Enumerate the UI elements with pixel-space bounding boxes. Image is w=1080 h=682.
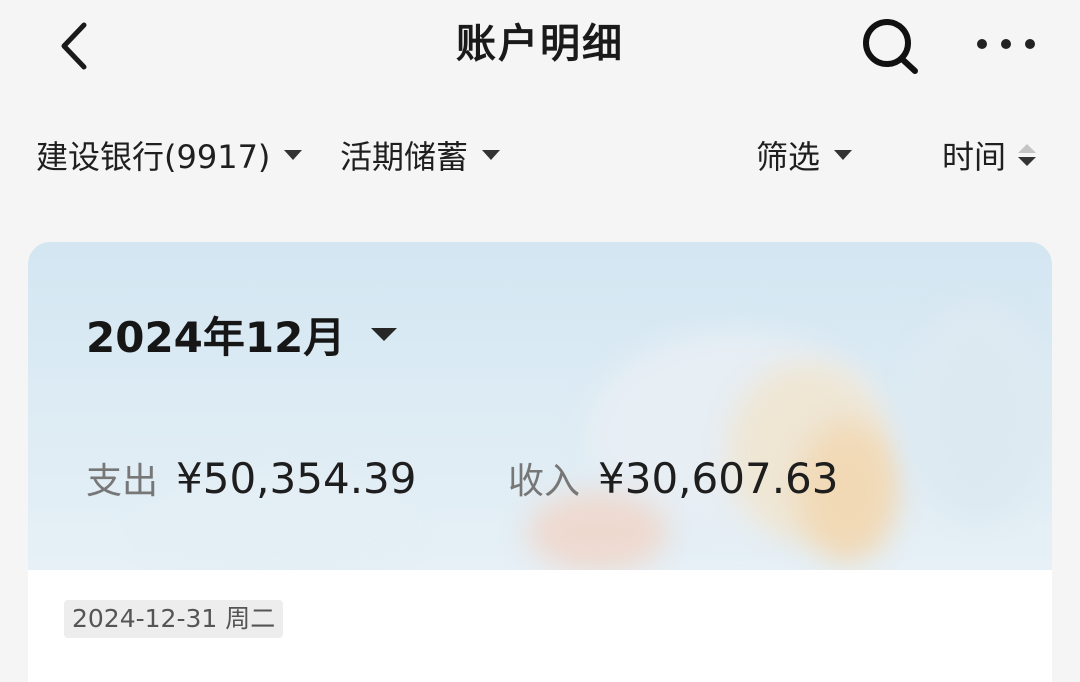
expense-summary: 支出 ¥50,354.39 <box>86 448 417 508</box>
search-button[interactable] <box>856 14 924 78</box>
account-selector-label: 建设银行(9917) <box>36 138 271 176</box>
expense-label: 支出 <box>86 461 159 502</box>
account-type-label: 活期储蓄 <box>340 138 469 176</box>
month-label: 2024年12月 <box>86 312 346 362</box>
account-selector[interactable]: 建设银行(9917) <box>36 124 303 186</box>
income-label: 收入 <box>508 461 581 502</box>
sort-by-time[interactable]: 时间 <box>942 124 1037 186</box>
search-icon <box>863 19 918 74</box>
banner-decoration <box>908 302 1048 522</box>
filter-dropdown[interactable]: 筛选 <box>756 124 853 186</box>
monthly-summary-card: 2024年12月 支出 ¥50,354.39 收入 ¥30,607.63 202… <box>28 242 1052 682</box>
top-nav-bar: 账户明细 <box>0 0 1080 92</box>
date-group-header: 2024-12-31 周二 <box>64 600 284 638</box>
transaction-list: 2024-12-31 周二 <box>28 570 1052 682</box>
more-button[interactable] <box>966 14 1046 74</box>
caret-down-icon <box>834 150 853 160</box>
income-summary: 收入 ¥30,607.63 <box>508 448 839 508</box>
card-banner: 2024年12月 支出 ¥50,354.39 收入 ¥30,607.63 <box>28 242 1052 570</box>
sort-icon <box>1018 144 1037 166</box>
caret-down-icon <box>482 150 501 160</box>
account-type-selector[interactable]: 活期储蓄 <box>340 124 501 186</box>
account-detail-page: 账户明细 建设银行(9917) 活期储蓄 筛选 时间 2024年12月 支出 ¥… <box>0 0 1080 682</box>
more-horizontal-icon <box>977 39 1035 49</box>
caret-down-icon <box>371 327 398 341</box>
filter-bar: 建设银行(9917) 活期储蓄 筛选 时间 <box>0 124 1080 186</box>
expense-value: ¥50,354.39 <box>176 453 417 503</box>
month-selector[interactable]: 2024年12月 <box>86 304 398 364</box>
filter-label: 筛选 <box>756 138 821 176</box>
sort-label: 时间 <box>942 138 1007 176</box>
income-value: ¥30,607.63 <box>598 453 839 503</box>
caret-down-icon <box>284 150 303 160</box>
